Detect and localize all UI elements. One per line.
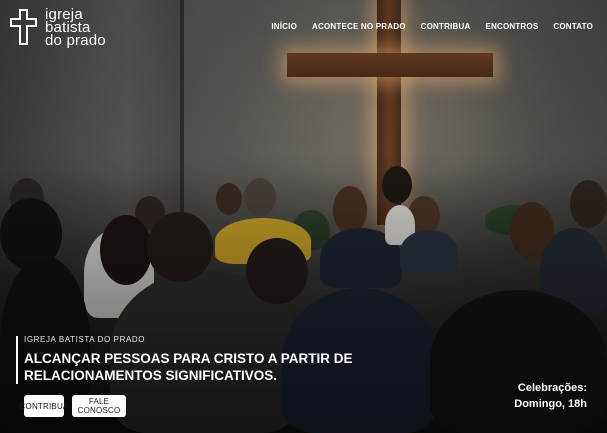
service-schedule: Celebrações: Domingo, 18h: [514, 380, 587, 412]
hero-headline-line: ALCANÇAR PESSOAS PARA CRISTO A PARTIR DE: [24, 351, 353, 366]
logo-line: do prado: [45, 32, 106, 49]
nav-acontece-no-prado[interactable]: ACONTECE NO PRADO: [312, 22, 406, 31]
hero-text-block: IGREJA BATISTA DO PRADO ALCANÇAR PESSOAS…: [16, 335, 354, 384]
site-logo[interactable]: igreja batista do prado: [10, 7, 106, 49]
cross-icon: [10, 9, 37, 45]
hero-headline-line: RELACIONAMENTOS SIGNIFICATIVOS.: [24, 368, 278, 383]
contribua-button[interactable]: CONTRIBUA: [20, 395, 68, 417]
hero-headline: ALCANÇAR PESSOAS PARA CRISTO A PARTIR DE…: [24, 350, 364, 384]
hero-eyebrow: IGREJA BATISTA DO PRADO: [24, 335, 146, 344]
hero-buttons: CONTRIBUA FALE CONOSCO: [20, 395, 126, 417]
logo-wordmark: igreja batista do prado: [45, 7, 106, 49]
fale-conosco-button[interactable]: FALE CONOSCO: [72, 395, 126, 417]
main-nav: INÍCIO ACONTECE NO PRADO CONTRIBUA ENCON…: [271, 22, 593, 31]
nav-contato[interactable]: CONTATO: [553, 22, 593, 31]
nav-inicio[interactable]: INÍCIO: [271, 22, 297, 31]
schedule-title: Celebrações:: [517, 382, 587, 394]
nav-contribua[interactable]: CONTRIBUA: [421, 22, 471, 31]
schedule-time: Domingo, 18h: [514, 398, 587, 410]
nav-encontros[interactable]: ENCONTROS: [485, 22, 538, 31]
